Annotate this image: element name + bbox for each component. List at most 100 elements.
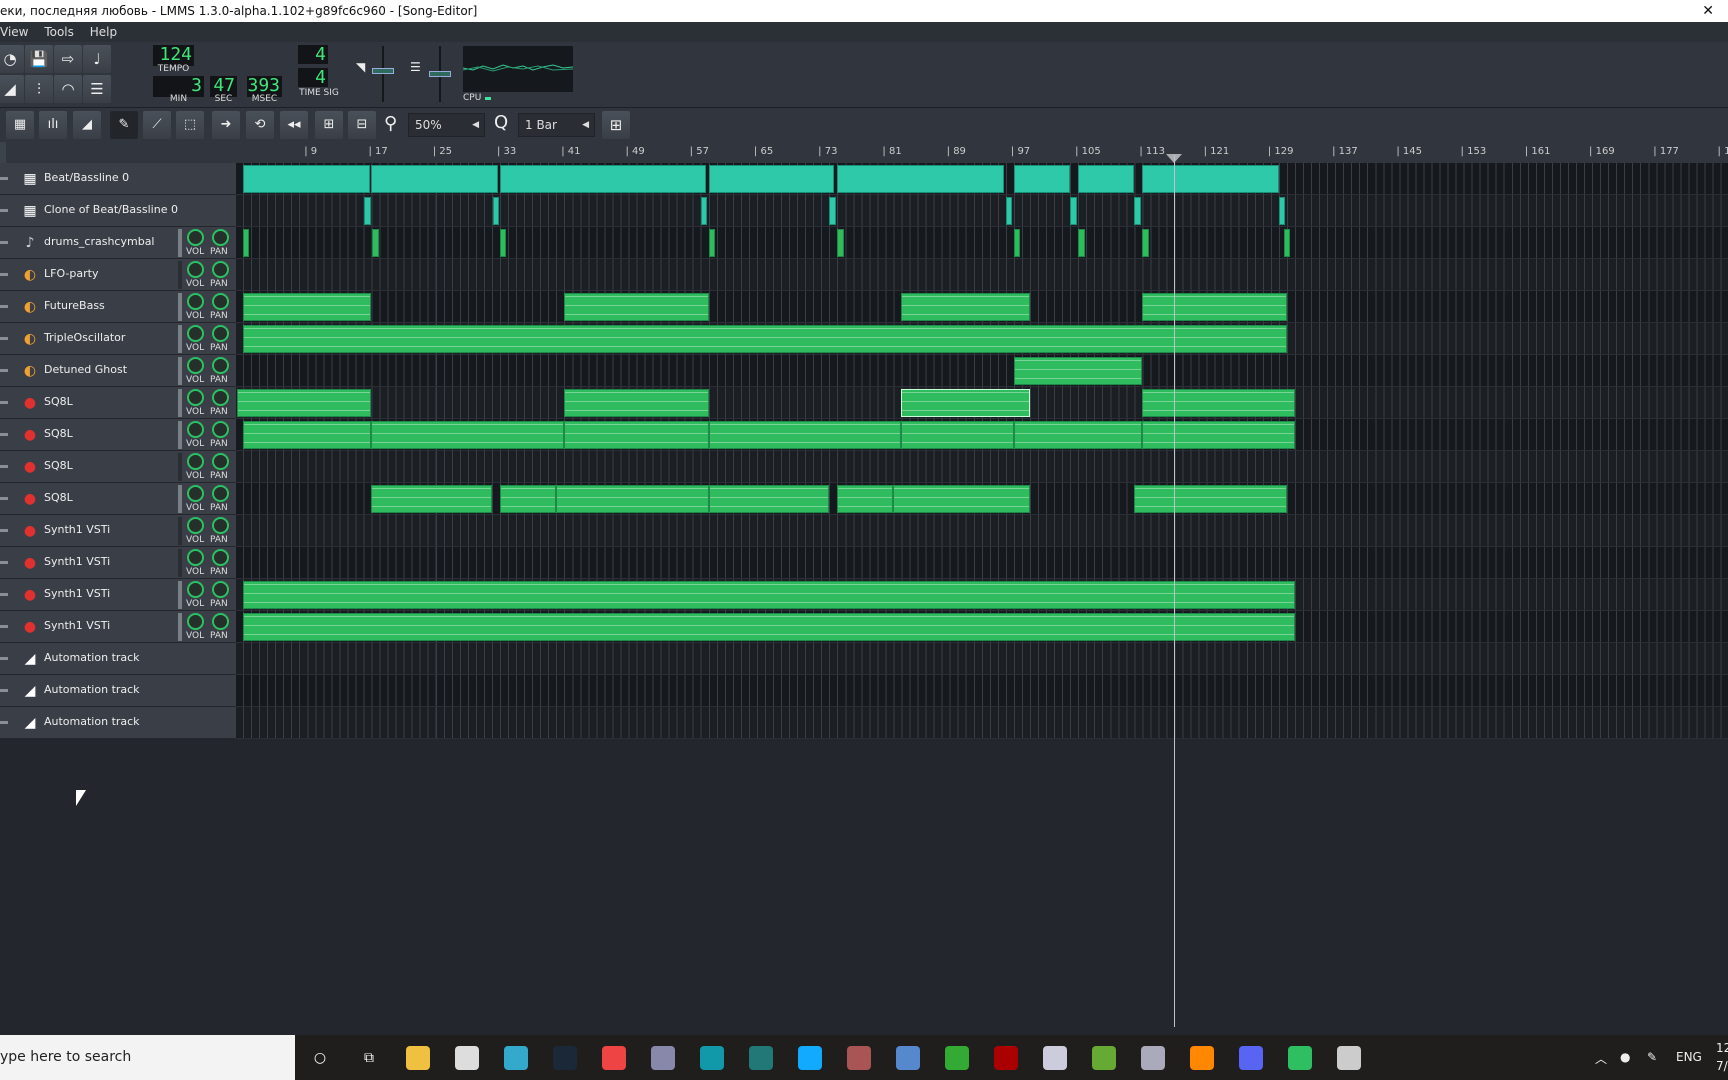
pan-knob[interactable]	[212, 293, 229, 310]
volume-knob[interactable]	[187, 325, 204, 342]
beat-pattern-clip[interactable]	[837, 165, 1005, 193]
time-sig-denominator[interactable]: 4	[298, 68, 328, 88]
pattern-clip[interactable]	[1013, 229, 1021, 257]
track-grip-handle[interactable]	[0, 721, 8, 724]
track-lane[interactable]	[235, 547, 1728, 579]
pattern-clip[interactable]	[564, 421, 709, 449]
track-grip-handle[interactable]	[0, 305, 8, 308]
track-name[interactable]: Automation track	[44, 651, 140, 664]
beat-pattern-clip[interactable]	[1078, 165, 1135, 193]
pan-knob[interactable]	[212, 453, 229, 470]
track-name[interactable]: SQ8L	[44, 427, 73, 440]
lmms-icon[interactable]	[1288, 1046, 1312, 1070]
track-grip-handle[interactable]	[0, 337, 8, 340]
close-icon[interactable]: ✕	[1702, 0, 1714, 22]
beat-pattern-clip[interactable]	[371, 165, 499, 193]
volume-knob[interactable]	[187, 517, 204, 534]
tray-chevron-icon[interactable]: ︿	[1595, 1050, 1607, 1067]
beat-pattern-clip[interactable]	[1013, 165, 1071, 193]
track-grip-handle[interactable]	[0, 529, 8, 532]
track-name[interactable]: Clone of Beat/Bassline 0	[44, 203, 178, 216]
master-pitch-handle[interactable]	[429, 71, 451, 77]
track-grip-handle[interactable]	[0, 209, 8, 212]
beat-pattern-clip[interactable]	[499, 165, 706, 193]
track-grip-handle[interactable]	[0, 273, 8, 276]
pan-knob[interactable]	[212, 389, 229, 406]
automation-editor-button[interactable]: ◢	[0, 75, 24, 103]
beat-pattern-clip[interactable]	[1278, 197, 1286, 225]
track-grip-handle[interactable]	[0, 369, 8, 372]
track-grip-handle[interactable]	[0, 625, 8, 628]
track-name[interactable]: Automation track	[44, 715, 140, 728]
track-lane[interactable]	[235, 195, 1728, 227]
master-volume-handle[interactable]	[372, 68, 394, 74]
volume-knob[interactable]	[187, 421, 204, 438]
app-icon[interactable]	[749, 1046, 773, 1070]
track-grip-handle[interactable]	[0, 433, 8, 436]
pattern-clip[interactable]	[372, 229, 379, 257]
pan-knob[interactable]	[212, 485, 229, 502]
track-name[interactable]: SQ8L	[44, 459, 73, 472]
pattern-clip[interactable]	[243, 581, 1295, 609]
pattern-clip[interactable]	[1142, 389, 1295, 417]
pattern-clip[interactable]	[499, 229, 507, 257]
xsplit-icon[interactable]	[1190, 1046, 1214, 1070]
track-name[interactable]: Synth1 VSTi	[44, 587, 110, 600]
track-grip-handle[interactable]	[0, 241, 8, 244]
track-name[interactable]: Automation track	[44, 683, 140, 696]
master-volume-slider[interactable]	[382, 46, 384, 102]
menu-tools[interactable]: Tools	[44, 25, 74, 39]
pan-knob[interactable]	[212, 517, 229, 534]
pattern-clip[interactable]	[1013, 357, 1143, 385]
save-button[interactable]: 💾	[25, 45, 53, 73]
track-grip-handle[interactable]	[0, 401, 8, 404]
volume-knob[interactable]	[187, 549, 204, 566]
pan-knob[interactable]	[212, 261, 229, 278]
pattern-clip[interactable]	[708, 229, 716, 257]
beat-pattern-clip[interactable]	[700, 197, 708, 225]
pattern-clip[interactable]	[893, 485, 1030, 513]
pattern-clip[interactable]	[556, 485, 709, 513]
add-sample-track-button[interactable]: ılı	[39, 111, 67, 139]
volume-knob[interactable]	[187, 357, 204, 374]
task-view-icon[interactable]: ⧉	[357, 1046, 381, 1070]
zoom-select[interactable]: 50% ◀	[408, 113, 485, 137]
app-icon[interactable]	[1141, 1046, 1165, 1070]
pattern-clip[interactable]	[1283, 229, 1291, 257]
auto-scroll-button[interactable]: ➜	[212, 111, 240, 139]
volume-knob[interactable]	[187, 453, 204, 470]
timeline-ruler[interactable]: | 9 | 17 | 25 | 33 | 41 | 49 | 57 | 65 | 73 | 81 |…	[0, 142, 1728, 163]
pan-knob[interactable]	[212, 229, 229, 246]
pattern-clip[interactable]	[1134, 485, 1287, 513]
track-grip-handle[interactable]	[0, 689, 8, 692]
track-settings-button[interactable]: ⊞	[602, 111, 630, 139]
volume-knob[interactable]	[187, 229, 204, 246]
pattern-clip[interactable]	[901, 389, 1030, 417]
track-grip-handle[interactable]	[0, 497, 8, 500]
track-lane[interactable]	[235, 579, 1728, 611]
track-name[interactable]: SQ8L	[44, 395, 73, 408]
pattern-clip[interactable]	[243, 229, 250, 257]
pattern-clip[interactable]	[371, 421, 565, 449]
pattern-clip[interactable]	[236, 389, 372, 417]
pattern-clip[interactable]	[1142, 229, 1149, 257]
store-icon[interactable]	[455, 1046, 479, 1070]
track-name[interactable]: Synth1 VSTi	[44, 555, 110, 568]
add-automation-track-button[interactable]: ◢	[73, 111, 101, 139]
track-lane[interactable]	[235, 323, 1728, 355]
mixer-button[interactable]: ⫶	[25, 75, 53, 103]
app-icon[interactable]	[504, 1046, 528, 1070]
time-sig-numerator[interactable]: 4	[298, 45, 328, 65]
chrome-icon[interactable]	[602, 1046, 626, 1070]
pattern-clip[interactable]	[371, 485, 492, 513]
export-button[interactable]: ⇨	[54, 45, 82, 73]
controller-button[interactable]: ◠	[54, 75, 82, 103]
stop-behavior-button[interactable]: ◂◂	[280, 111, 308, 139]
pattern-clip[interactable]	[708, 485, 830, 513]
menu-view[interactable]: View	[0, 25, 28, 39]
logitech-icon[interactable]	[798, 1046, 822, 1070]
insert-bar-button[interactable]: ⊞	[315, 111, 343, 139]
track-name[interactable]: TripleOscillator	[44, 331, 125, 344]
track-lane[interactable]	[235, 675, 1728, 707]
track-name[interactable]: Beat/Bassline 0	[44, 171, 129, 184]
